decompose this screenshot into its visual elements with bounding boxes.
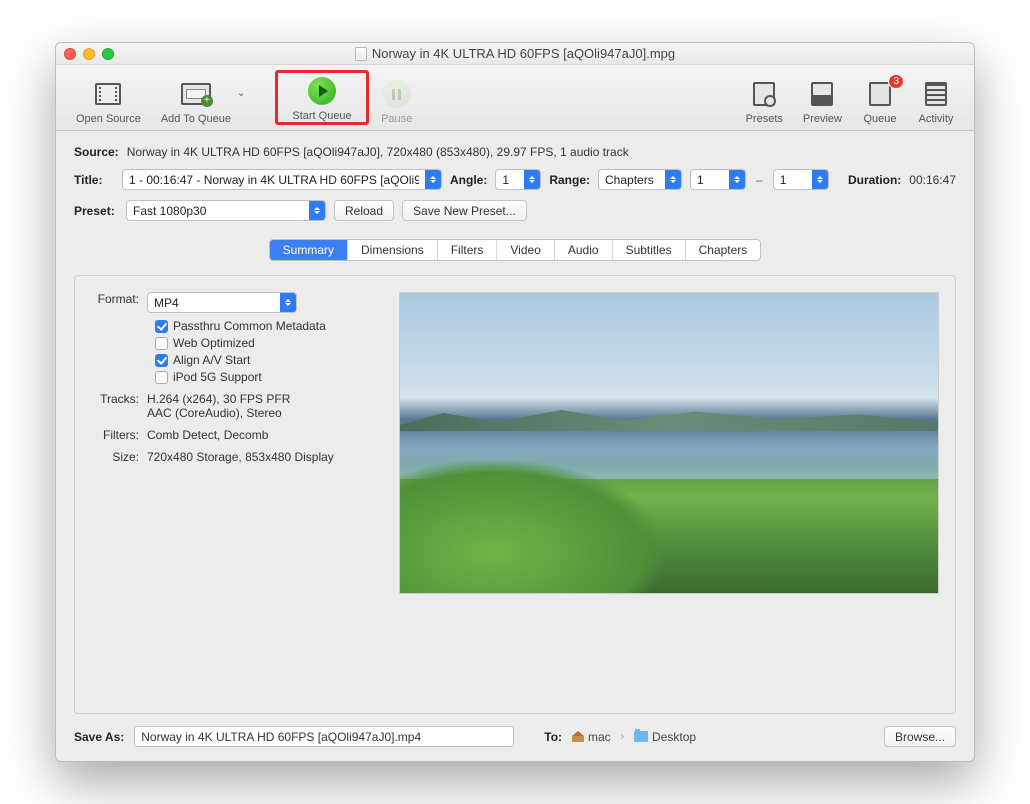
- to-label: To:: [544, 730, 562, 744]
- tab-dimensions[interactable]: Dimensions: [348, 240, 438, 260]
- chevron-updown-icon: [425, 169, 441, 190]
- preset-label: Preset:: [74, 204, 118, 218]
- format-select[interactable]: MP4: [147, 292, 297, 313]
- start-queue-button[interactable]: Start Queue: [282, 75, 361, 122]
- tab-filters[interactable]: Filters: [438, 240, 498, 260]
- add-to-queue-menu[interactable]: ⌄: [237, 88, 245, 99]
- path-home[interactable]: mac: [572, 730, 611, 744]
- preset-select[interactable]: Fast 1080p30: [126, 200, 326, 221]
- checkbox-icon: [155, 337, 168, 350]
- content-area: Source: Norway in 4K ULTRA HD 60FPS [aQO…: [56, 131, 974, 761]
- tab-video[interactable]: Video: [497, 240, 554, 260]
- tabs: Summary Dimensions Filters Video Audio S…: [269, 239, 762, 261]
- tab-summary[interactable]: Summary: [270, 240, 348, 260]
- titlebar: Norway in 4K ULTRA HD 60FPS [aQOli947aJ0…: [56, 43, 974, 65]
- open-source-button[interactable]: Open Source: [66, 78, 151, 125]
- pause-button: Pause: [369, 78, 425, 125]
- align-av-checkbox-row[interactable]: Align A/V Start: [155, 353, 361, 367]
- app-window: Norway in 4K ULTRA HD 60FPS [aQOli947aJ0…: [55, 42, 975, 762]
- pause-icon: [383, 80, 411, 108]
- chevron-updown-icon: [309, 200, 325, 221]
- range-to-select[interactable]: 1: [773, 169, 829, 190]
- presets-button[interactable]: Presets: [736, 78, 793, 125]
- filters-label: Filters:: [91, 428, 147, 442]
- browse-button[interactable]: Browse...: [884, 726, 956, 747]
- path-separator-icon: ›: [621, 731, 624, 742]
- activity-button[interactable]: Activity: [908, 78, 964, 125]
- tab-subtitles[interactable]: Subtitles: [613, 240, 686, 260]
- source-value: Norway in 4K ULTRA HD 60FPS [aQOli947aJ0…: [127, 145, 629, 159]
- summary-panel: Format: MP4 Passthru Common Metadata Web…: [74, 275, 956, 714]
- tab-audio[interactable]: Audio: [555, 240, 613, 260]
- queue-button[interactable]: 3 Queue: [852, 78, 908, 125]
- chevron-updown-icon: [280, 292, 296, 313]
- document-icon: [355, 47, 367, 61]
- save-as-label: Save As:: [74, 730, 124, 744]
- chevron-updown-icon: [665, 169, 681, 190]
- range-dash: –: [756, 173, 763, 187]
- film-icon: [95, 83, 121, 105]
- title-label: Title:: [74, 173, 114, 187]
- tracks-label: Tracks:: [91, 392, 147, 420]
- source-label: Source:: [74, 145, 119, 159]
- checkbox-icon: [155, 320, 168, 333]
- chevron-updown-icon: [524, 169, 540, 190]
- size-value: 720x480 Storage, 853x480 Display: [147, 450, 361, 464]
- toolbar: Open Source + Add To Queue ⌄ Start Queue…: [56, 65, 974, 131]
- passthru-checkbox-row[interactable]: Passthru Common Metadata: [155, 319, 361, 333]
- add-to-queue-button[interactable]: + Add To Queue: [151, 78, 241, 125]
- duration-value: 00:16:47: [909, 173, 956, 187]
- start-queue-highlight: Start Queue: [275, 70, 368, 125]
- add-queue-icon: +: [181, 83, 211, 105]
- checkbox-icon: [155, 354, 168, 367]
- queue-badge: 3: [888, 74, 904, 89]
- folder-icon: [634, 731, 648, 742]
- chevron-updown-icon: [812, 169, 828, 190]
- presets-icon: [753, 82, 775, 106]
- queue-icon: [869, 82, 891, 106]
- ipod-checkbox-row[interactable]: iPod 5G Support: [155, 370, 361, 384]
- preview-thumbnail: [399, 292, 939, 594]
- size-label: Size:: [91, 450, 147, 464]
- activity-icon: [925, 82, 947, 106]
- play-icon: [308, 77, 336, 105]
- chevron-updown-icon: [729, 169, 745, 190]
- path-desktop[interactable]: Desktop: [634, 730, 696, 744]
- tracks-value: H.264 (x264), 30 FPS PFR AAC (CoreAudio)…: [147, 392, 361, 420]
- range-type-select[interactable]: Chapters: [598, 169, 682, 190]
- reload-button[interactable]: Reload: [334, 200, 394, 221]
- checkbox-icon: [155, 371, 168, 384]
- angle-select[interactable]: 1: [495, 169, 541, 190]
- filters-value: Comb Detect, Decomb: [147, 428, 361, 442]
- tab-chapters[interactable]: Chapters: [686, 240, 761, 260]
- home-icon: [572, 731, 584, 742]
- preview-button[interactable]: Preview: [793, 78, 852, 125]
- range-from-select[interactable]: 1: [690, 169, 746, 190]
- close-window-button[interactable]: [64, 48, 76, 60]
- window-title: Norway in 4K ULTRA HD 60FPS [aQOli947aJ0…: [372, 46, 675, 61]
- minimize-window-button[interactable]: [83, 48, 95, 60]
- range-label: Range:: [549, 173, 590, 187]
- web-optimized-checkbox-row[interactable]: Web Optimized: [155, 336, 361, 350]
- angle-label: Angle:: [450, 173, 487, 187]
- duration-label: Duration:: [848, 173, 901, 187]
- title-select[interactable]: 1 - 00:16:47 - Norway in 4K ULTRA HD 60F…: [122, 169, 442, 190]
- zoom-window-button[interactable]: [102, 48, 114, 60]
- preview-icon: [811, 82, 833, 106]
- format-label: Format:: [91, 292, 147, 313]
- save-new-preset-button[interactable]: Save New Preset...: [402, 200, 527, 221]
- save-as-input[interactable]: [134, 726, 514, 747]
